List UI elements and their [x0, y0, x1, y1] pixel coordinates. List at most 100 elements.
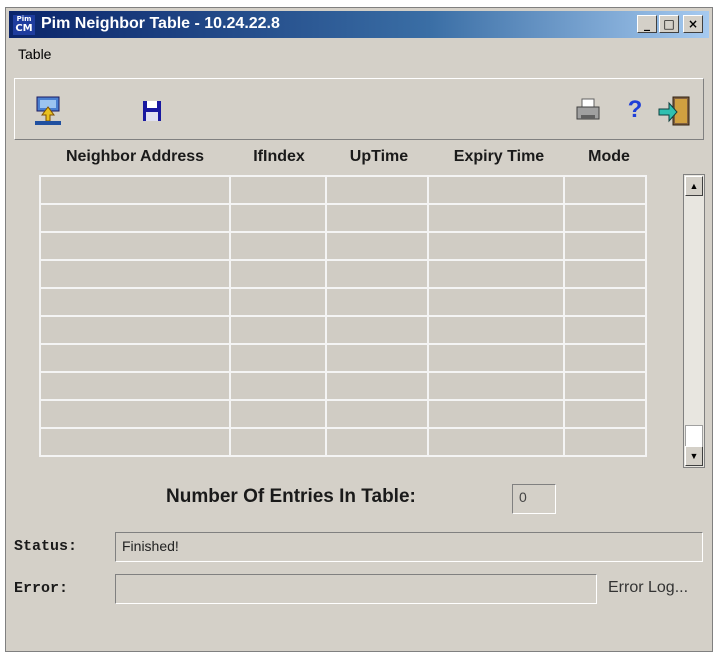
table-cell[interactable]: [563, 231, 647, 261]
scroll-down-button[interactable]: ▼: [685, 446, 703, 466]
table-cell[interactable]: [229, 371, 327, 401]
table-cell[interactable]: [229, 231, 327, 261]
table-row[interactable]: [39, 343, 647, 373]
table-cell[interactable]: [39, 399, 231, 429]
table-row[interactable]: [39, 231, 647, 261]
column-header-neighbor-address[interactable]: Neighbor Address: [40, 148, 230, 166]
table-row[interactable]: [39, 175, 647, 205]
app-icon-text-bottom: CM: [15, 23, 33, 34]
entries-count-field: 0: [512, 484, 556, 514]
help-button[interactable]: ?: [619, 95, 651, 127]
exit-button[interactable]: [657, 95, 690, 127]
table-cell[interactable]: [39, 343, 231, 373]
menu-table[interactable]: Table: [18, 46, 51, 62]
exit-icon: [658, 96, 690, 126]
minimize-button[interactable]: _: [637, 15, 657, 33]
scroll-up-button[interactable]: ▲: [685, 176, 703, 196]
pim-neighbor-window: Pim CM Pim Neighbor Table - 10.24.22.8 _…: [5, 7, 713, 652]
table-cell[interactable]: [325, 371, 429, 401]
entries-label: Number Of Entries In Table:: [166, 486, 416, 507]
table-cell[interactable]: [563, 259, 647, 289]
table-row[interactable]: [39, 315, 647, 345]
toolbar: ?: [14, 78, 704, 140]
table-cell[interactable]: [563, 315, 647, 345]
title-bar[interactable]: Pim CM Pim Neighbor Table - 10.24.22.8 _…: [9, 11, 709, 38]
table-cell[interactable]: [427, 427, 565, 457]
vertical-scrollbar[interactable]: ▲ ▼: [683, 174, 705, 468]
table-cell[interactable]: [325, 315, 429, 345]
table-row[interactable]: [39, 399, 647, 429]
column-header-ifindex[interactable]: IfIndex: [231, 148, 327, 166]
table-cell[interactable]: [229, 343, 327, 373]
table-cell[interactable]: [39, 259, 231, 289]
table-cell[interactable]: [563, 371, 647, 401]
table-cell[interactable]: [427, 343, 565, 373]
maximize-button[interactable]: □: [659, 15, 679, 33]
table-cell[interactable]: [563, 287, 647, 317]
table-cell[interactable]: [229, 175, 327, 205]
table-cell[interactable]: [427, 259, 565, 289]
table-cell[interactable]: [39, 203, 231, 233]
table-cell[interactable]: [325, 203, 429, 233]
upload-icon: [35, 96, 61, 125]
table-cell[interactable]: [229, 259, 327, 289]
table-cell[interactable]: [325, 427, 429, 457]
column-header-uptime[interactable]: UpTime: [328, 148, 430, 166]
table-cell[interactable]: [563, 203, 647, 233]
table-cell[interactable]: [39, 315, 231, 345]
app-icon[interactable]: Pim CM: [13, 15, 35, 35]
column-header-mode[interactable]: Mode: [568, 148, 650, 166]
maximize-icon: □: [663, 17, 675, 31]
error-field: [115, 574, 597, 604]
table-cell[interactable]: [325, 259, 429, 289]
table-cell[interactable]: [325, 175, 429, 205]
scroll-up-icon: ▲: [689, 181, 699, 191]
table-row[interactable]: [39, 259, 647, 289]
table-cell[interactable]: [39, 427, 231, 457]
table-cell[interactable]: [427, 175, 565, 205]
column-header-expiry-time[interactable]: Expiry Time: [431, 148, 567, 166]
table-cell[interactable]: [229, 399, 327, 429]
table-cell[interactable]: [39, 371, 231, 401]
status-field: Finished!: [115, 532, 703, 562]
table-cell[interactable]: [563, 399, 647, 429]
table-cell[interactable]: [563, 427, 647, 457]
upload-button[interactable]: [33, 95, 65, 127]
error-log-link[interactable]: Error Log...: [608, 579, 688, 597]
save-button[interactable]: [137, 95, 169, 127]
table-cell[interactable]: [427, 371, 565, 401]
table-cell[interactable]: [325, 287, 429, 317]
table-cell[interactable]: [563, 343, 647, 373]
table-cell[interactable]: [229, 287, 327, 317]
scroll-down-icon: ▼: [689, 451, 699, 461]
table-row[interactable]: [39, 203, 647, 233]
table-cell[interactable]: [39, 287, 231, 317]
table-cell[interactable]: [563, 175, 647, 205]
neighbor-table: Neighbor Address IfIndex UpTime Expiry T…: [36, 142, 656, 472]
table-cell[interactable]: [229, 203, 327, 233]
scroll-thumb[interactable]: [685, 425, 703, 447]
table-cell[interactable]: [229, 427, 327, 457]
table-cell[interactable]: [325, 343, 429, 373]
table-cell[interactable]: [427, 287, 565, 317]
table-row[interactable]: [39, 287, 647, 317]
table-cell[interactable]: [39, 175, 231, 205]
table-cell[interactable]: [427, 399, 565, 429]
table-cell[interactable]: [325, 231, 429, 261]
table-cell[interactable]: [427, 203, 565, 233]
save-icon: [143, 101, 161, 121]
table-row[interactable]: [39, 371, 647, 401]
minimize-icon: _: [644, 17, 650, 31]
table-cell[interactable]: [229, 315, 327, 345]
table-cell[interactable]: [427, 315, 565, 345]
print-button[interactable]: [573, 95, 605, 127]
help-icon: ?: [627, 96, 643, 123]
table-cell[interactable]: [39, 231, 231, 261]
table-row[interactable]: [39, 427, 647, 457]
close-button[interactable]: ×: [683, 15, 703, 33]
table-cell[interactable]: [427, 231, 565, 261]
window-title: Pim Neighbor Table - 10.24.22.8: [41, 15, 280, 32]
table-cell[interactable]: [325, 399, 429, 429]
table-grid: [39, 175, 647, 457]
menu-bar: Table: [18, 46, 51, 62]
